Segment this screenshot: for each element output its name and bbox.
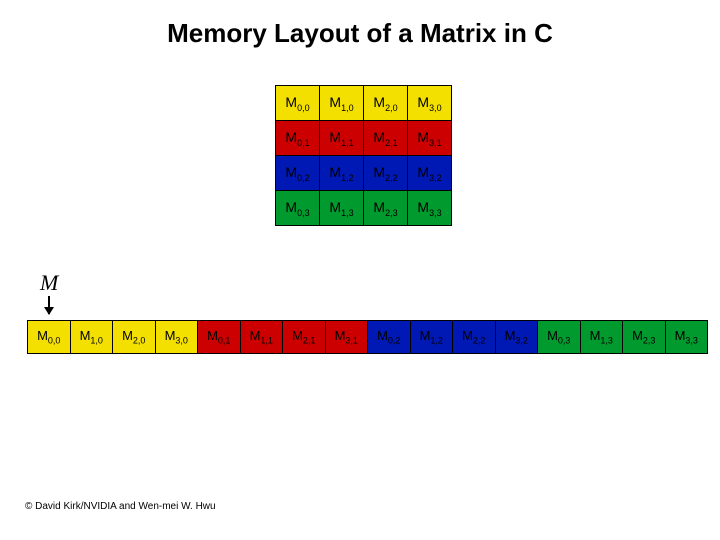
matrix-cell: M2,3 (364, 191, 408, 226)
matrix-cell: M1,0 (320, 86, 364, 121)
cell-sub: 0,0 (48, 336, 61, 346)
cell-sub: 2,3 (385, 207, 398, 217)
matrix-cell: M0,3 (276, 191, 320, 226)
cell-sub: 2,3 (643, 336, 656, 346)
linear-memory-row: M0,0 M1,0 M2,0 M3,0 M0,1 M1,1 M2,1 M3,1 … (27, 320, 708, 354)
cell-sub: 3,0 (175, 336, 188, 346)
slide: Memory Layout of a Matrix in C M0,0 M1,0… (0, 0, 720, 540)
cell-sub: 1,0 (90, 336, 103, 346)
copyright-footer: © David Kirk/NVIDIA and Wen-mei W. Hwu (25, 501, 216, 512)
cell-sub: 3,2 (429, 172, 442, 182)
cell-sub: 1,2 (341, 172, 354, 182)
linear-cell: M0,1 (198, 321, 241, 354)
matrix-cell: M1,3 (320, 191, 364, 226)
matrix-cell: M0,1 (276, 121, 320, 156)
cell-sub: 0,1 (297, 137, 310, 147)
matrix-cell: M1,1 (320, 121, 364, 156)
cell-sub: 0,1 (218, 336, 231, 346)
linear-cell: M1,0 (70, 321, 113, 354)
cell-sub: 2,1 (385, 137, 398, 147)
cell-sub: 2,0 (385, 102, 398, 112)
cell-sub: 3,3 (429, 207, 442, 217)
linear-cell: M1,3 (580, 321, 623, 354)
linear-cell: M1,2 (410, 321, 453, 354)
cell-sub: 3,1 (345, 336, 358, 346)
cell-sub: 1,0 (341, 102, 354, 112)
matrix-cell: M3,1 (408, 121, 452, 156)
page-title: Memory Layout of a Matrix in C (0, 18, 720, 49)
cell-sub: 1,3 (341, 207, 354, 217)
matrix-cell: M2,0 (364, 86, 408, 121)
cell-sub: 1,1 (260, 336, 273, 346)
cell-sub: 2,0 (133, 336, 146, 346)
linear-cell: M2,0 (113, 321, 156, 354)
matrix-grid: M0,0 M1,0 M2,0 M3,0 M0,1 M1,1 M2,1 M3,1 … (275, 85, 452, 226)
linear-cell: M3,1 (325, 321, 368, 354)
matrix-cell: M3,3 (408, 191, 452, 226)
cell-sub: 2,2 (473, 336, 486, 346)
linear-cell: M3,0 (155, 321, 198, 354)
linear-cell: M2,1 (283, 321, 326, 354)
cell-sub: 1,2 (430, 336, 443, 346)
linear-cell: M0,3 (538, 321, 581, 354)
matrix-cell: M3,0 (408, 86, 452, 121)
linear-cell: M2,3 (623, 321, 666, 354)
linear-cell: M2,2 (453, 321, 496, 354)
cell-sub: 2,2 (385, 172, 398, 182)
cell-sub: 3,2 (515, 336, 528, 346)
cell-sub: 0,2 (388, 336, 401, 346)
matrix-cell: M1,2 (320, 156, 364, 191)
cell-sub: 3,0 (429, 102, 442, 112)
down-arrow-icon (48, 296, 50, 314)
matrix-cell: M0,0 (276, 86, 320, 121)
cell-sub: 0,0 (297, 102, 310, 112)
linear-cell: M0,0 (28, 321, 71, 354)
matrix-cell: M2,1 (364, 121, 408, 156)
cell-sub: 0,2 (297, 172, 310, 182)
cell-sub: 3,3 (685, 336, 698, 346)
pointer-label: M (40, 270, 58, 296)
matrix-cell: M2,2 (364, 156, 408, 191)
matrix-cell: M3,2 (408, 156, 452, 191)
cell-sub: 1,1 (341, 137, 354, 147)
cell-sub: 0,3 (297, 207, 310, 217)
cell-sub: 1,3 (600, 336, 613, 346)
cell-sub: 3,1 (429, 137, 442, 147)
linear-cell: M0,2 (368, 321, 411, 354)
linear-cell: M3,3 (665, 321, 708, 354)
linear-cell: M1,1 (240, 321, 283, 354)
matrix-cell: M0,2 (276, 156, 320, 191)
linear-cell: M3,2 (495, 321, 538, 354)
cell-sub: 2,1 (303, 336, 316, 346)
cell-sub: 0,3 (558, 336, 571, 346)
